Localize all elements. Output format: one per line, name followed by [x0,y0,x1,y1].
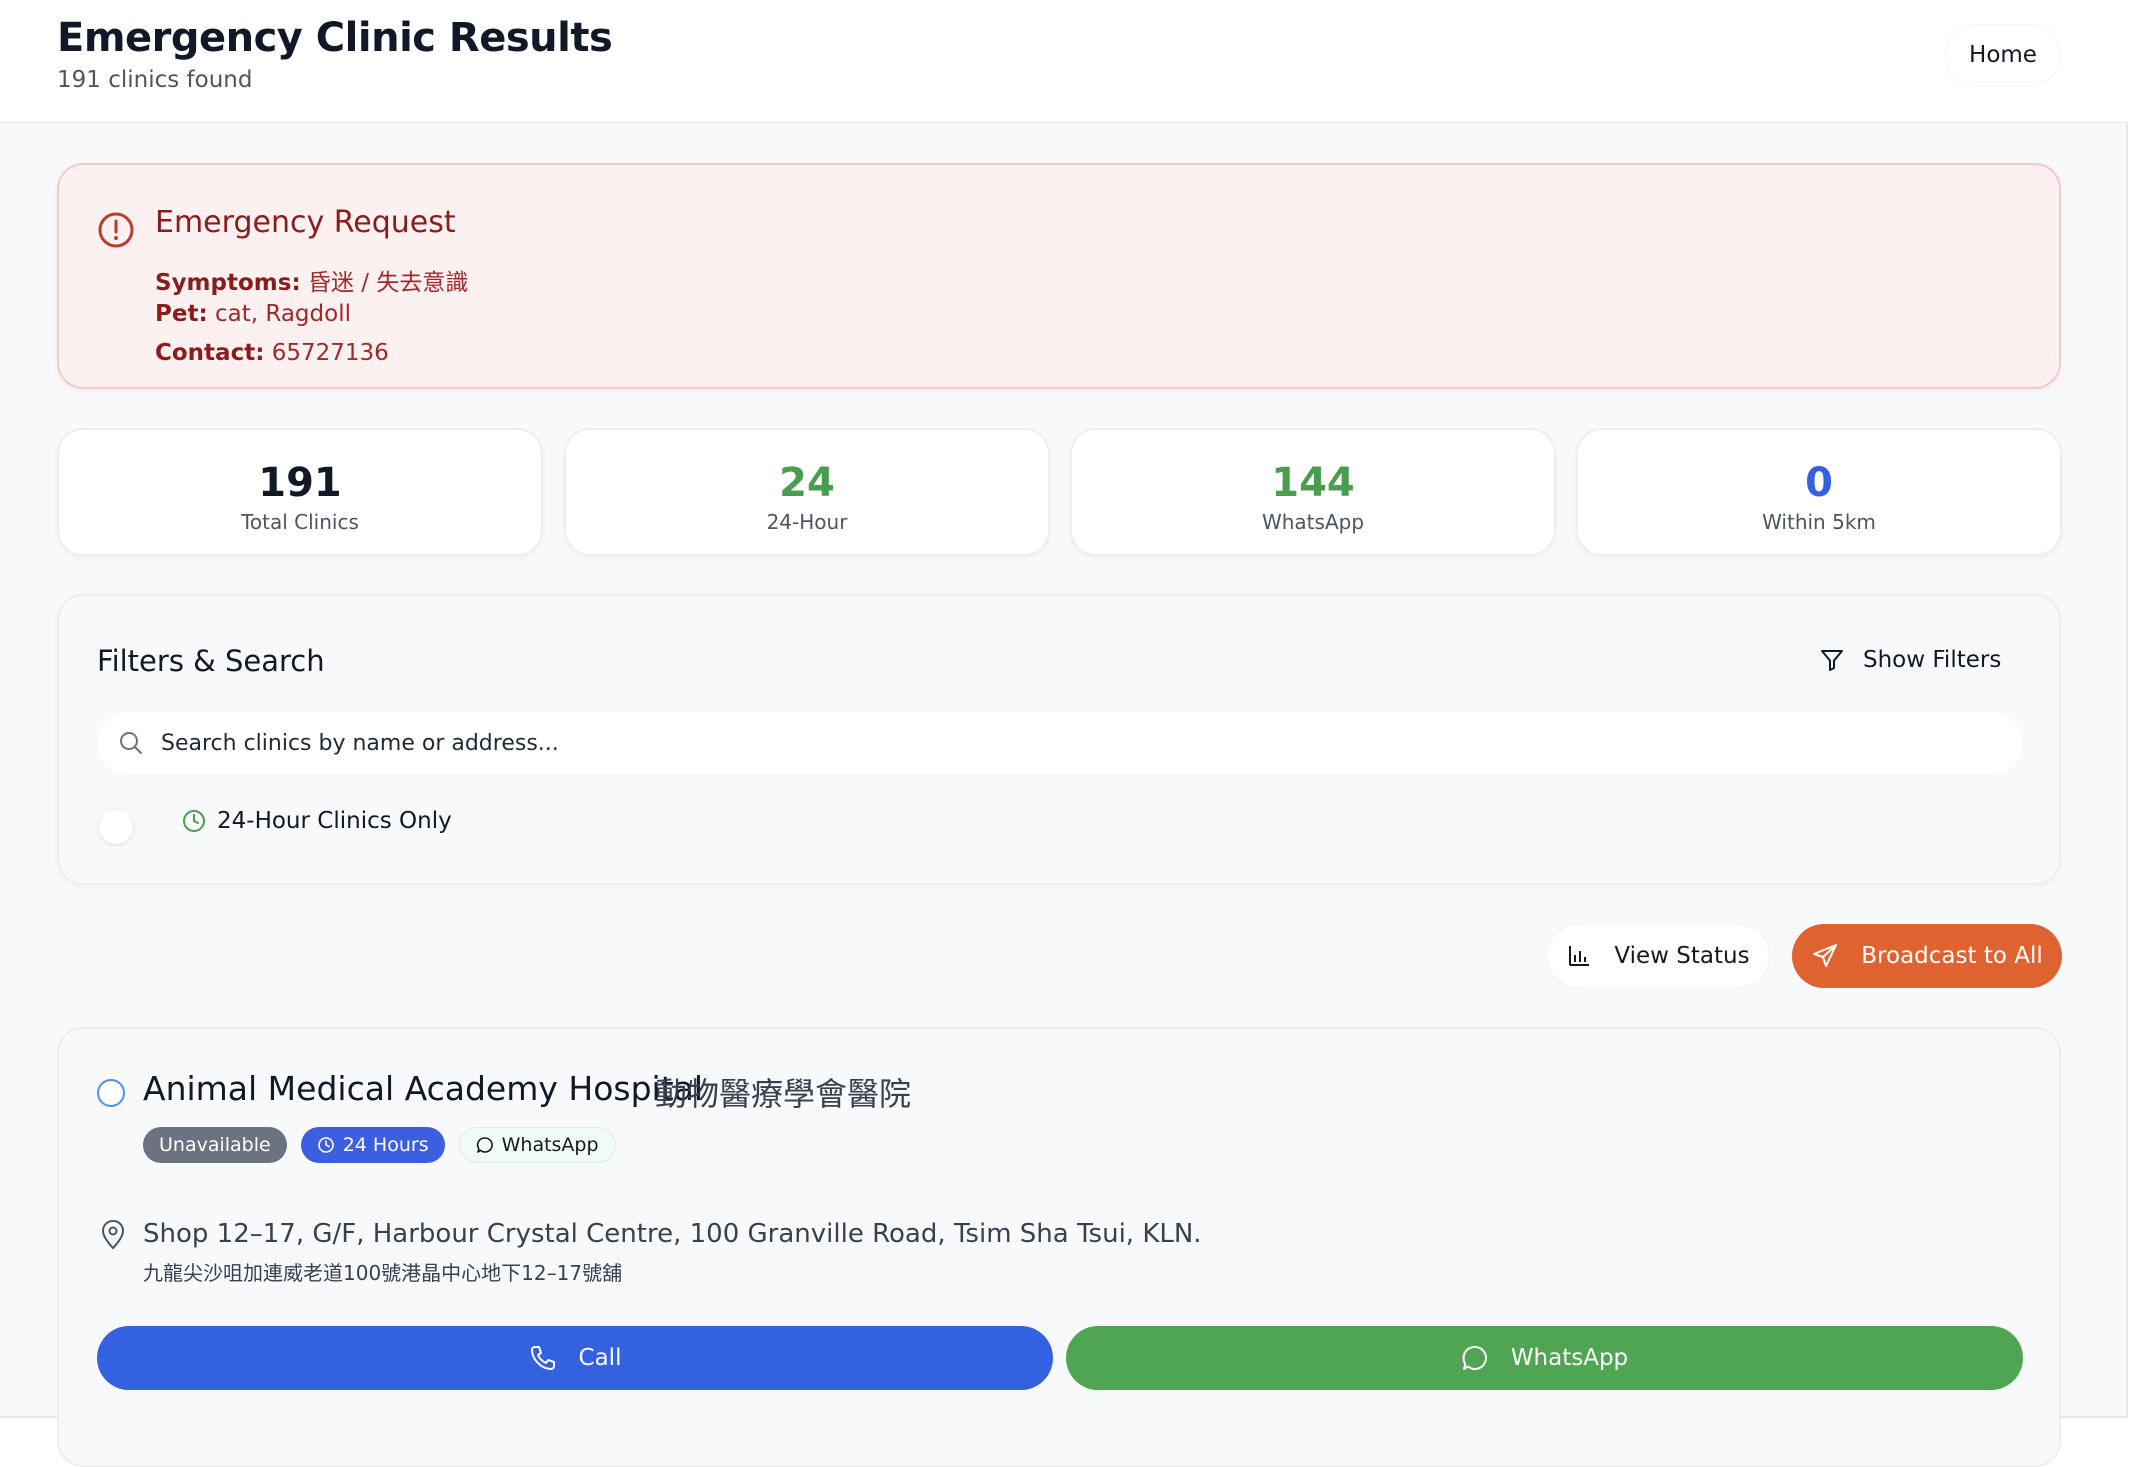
contact-line: Contact: 65727136 [155,340,389,366]
send-icon [1811,942,1839,970]
call-label: Call [578,1345,622,1371]
view-status-button[interactable]: View Status [1546,924,1770,988]
whatsapp-badge-label: WhatsApp [501,1134,599,1156]
stat-value: 144 [1271,460,1355,506]
24-hour-toggle[interactable] [99,810,133,844]
stat-value: 191 [258,460,342,506]
clinic-badges: Unavailable 24 Hours WhatsApp [143,1127,616,1163]
clock-icon [181,808,207,834]
filter-icon [1819,647,1845,673]
alert-circle-icon [97,211,135,249]
whatsapp-button[interactable]: WhatsApp [1066,1326,2023,1390]
stat-whatsapp: 144 WhatsApp [1070,428,1556,556]
stat-label: Within 5km [1762,510,1876,534]
search-icon [117,729,145,757]
results-count: 191 clinics found [57,67,253,93]
map-pin-icon [99,1219,127,1251]
24-hours-badge-label: 24 Hours [342,1134,429,1156]
stat-label: WhatsApp [1261,510,1365,534]
clinic-card: Animal Medical Academy Hospital 動物醫療學會醫院… [57,1027,2061,1467]
search-box [97,712,2023,774]
emergency-request-panel: Emergency Request Symptoms: 昏迷 / 失去意識 Pe… [57,163,2061,389]
24-hour-toggle-label: 24-Hour Clinics Only [181,808,452,834]
symptoms-label: Symptoms: [155,270,301,296]
stat-label: 24-Hour [766,510,848,534]
contact-value: 65727136 [271,340,389,366]
home-button[interactable]: Home [1945,24,2061,86]
page-title: Emergency Clinic Results [57,15,613,61]
pet-line: Pet: cat, Ragdoll [155,301,351,327]
show-filters-label: Show Filters [1863,647,2002,673]
call-button[interactable]: Call [97,1326,1053,1390]
status-badge-label: Unavailable [159,1134,271,1156]
view-status-label: View Status [1614,943,1750,969]
clinic-name-zh: 動物醫療學會醫院 [655,1075,912,1113]
clinic-select-radio[interactable] [97,1079,125,1107]
whatsapp-label: WhatsApp [1510,1345,1629,1371]
clinic-address: Shop 12–17, G/F, Harbour Crystal Centre,… [143,1219,1202,1249]
phone-icon [529,1344,557,1372]
filters-panel: Filters & Search Show Filters Search cli… [57,594,2061,885]
search-input[interactable] [161,712,2001,774]
symptoms-value: 昏迷 / 失去意識 [307,270,469,296]
show-filters-button[interactable]: Show Filters [1819,638,2029,682]
broadcast-label: Broadcast to All [1861,943,2043,969]
emergency-title: Emergency Request [155,205,456,240]
broadcast-to-all-button[interactable]: Broadcast to All [1792,924,2062,988]
page: Emergency Clinic Results 191 clinics fou… [0,0,2128,1467]
contact-label: Contact: [155,340,265,366]
clinic-address-zh: 九龍尖沙咀加連威老道100號港晶中心地下12–17號舖 [143,1261,623,1285]
clinic-name: Animal Medical Academy Hospital [143,1069,704,1108]
bar-chart-icon [1566,943,1592,969]
stat-within-5km: 0 Within 5km [1576,428,2062,556]
message-circle-icon [1461,1344,1489,1372]
toggle-label-text: 24-Hour Clinics Only [217,808,452,834]
stat-value: 0 [1805,460,1833,506]
24-hours-badge: 24 Hours [300,1127,445,1163]
stat-total-clinics: 191 Total Clinics [57,428,543,556]
clock-icon [317,1136,335,1154]
status-badge: Unavailable [143,1127,287,1163]
whatsapp-badge: WhatsApp [458,1127,616,1163]
pet-label: Pet: [155,301,208,327]
stat-label: Total Clinics [241,510,359,534]
stat-value: 24 [779,460,835,506]
symptoms-line: Symptoms: 昏迷 / 失去意識 [155,263,468,297]
pet-value: cat, Ragdoll [214,301,351,327]
app-header: Emergency Clinic Results 191 clinics fou… [0,0,2128,123]
filters-title: Filters & Search [97,644,325,678]
stat-24-hour: 24 24-Hour [564,428,1050,556]
message-circle-icon [476,1136,494,1154]
